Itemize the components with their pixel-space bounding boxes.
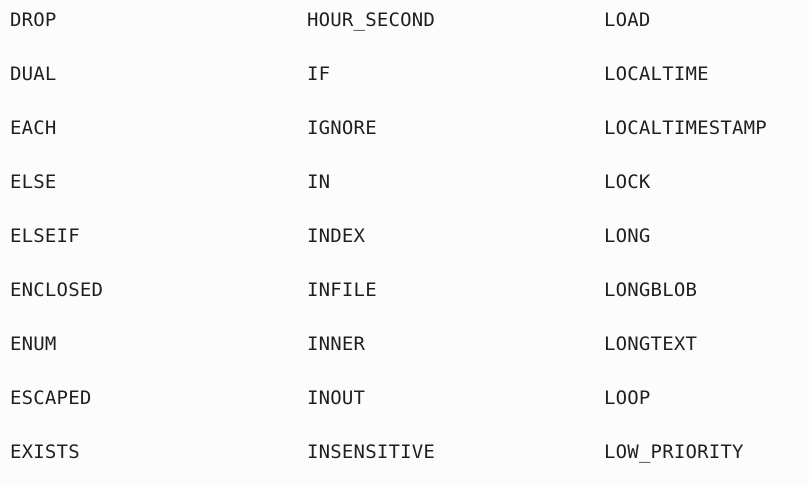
keyword-item: ELSE [10,171,57,193]
keyword-item: ENUM [10,333,57,355]
keyword-row: ENUM INNER LONGTEXT [0,324,809,378]
keyword-item: DUAL [10,63,57,85]
keyword-item: LOOP [604,387,651,409]
keyword-item: LOCALTIME [604,63,709,85]
keyword-item: LOCALTIMESTAMP [604,117,767,139]
keyword-item: INNER [307,333,366,355]
keyword-item: ESCAPED [10,387,92,409]
keyword-item: INFILE [307,279,377,301]
keyword-row: ENCLOSED INFILE LONGBLOB [0,270,809,324]
keyword-item: IN [307,171,331,193]
keyword-item: ENCLOSED [10,279,104,301]
keyword-item: LOAD [604,9,651,31]
keyword-item: LOW_PRIORITY [604,441,744,463]
keyword-item: LONG [604,225,651,247]
keyword-row: ELSE IN LOCK [0,162,809,216]
keyword-item: INSENSITIVE [307,441,436,463]
keyword-item: LOCK [604,171,651,193]
keyword-item: IF [307,63,331,85]
keyword-item: ELSEIF [10,225,80,247]
keyword-item: IGNORE [307,117,377,139]
keyword-item: LONGTEXT [604,333,698,355]
keyword-row: ESCAPED INOUT LOOP [0,378,809,432]
keyword-row: DUAL IF LOCALTIME [0,54,809,108]
keyword-item: EXISTS [10,441,80,463]
keyword-row: DROP HOUR_SECOND LOAD [0,0,809,54]
keyword-item: EACH [10,117,57,139]
keyword-row: ELSEIF INDEX LONG [0,216,809,270]
keyword-item: INDEX [307,225,366,247]
keyword-row: EXISTS INSENSITIVE LOW_PRIORITY [0,432,809,486]
keyword-item: INOUT [307,387,366,409]
keyword-row: EACH IGNORE LOCALTIMESTAMP [0,108,809,162]
keyword-list: DROP HOUR_SECOND LOAD DUAL IF LOCALTIME … [0,0,809,486]
keyword-item: DROP [10,9,57,31]
keyword-item: LONGBLOB [604,279,698,301]
keyword-item: HOUR_SECOND [307,9,436,31]
